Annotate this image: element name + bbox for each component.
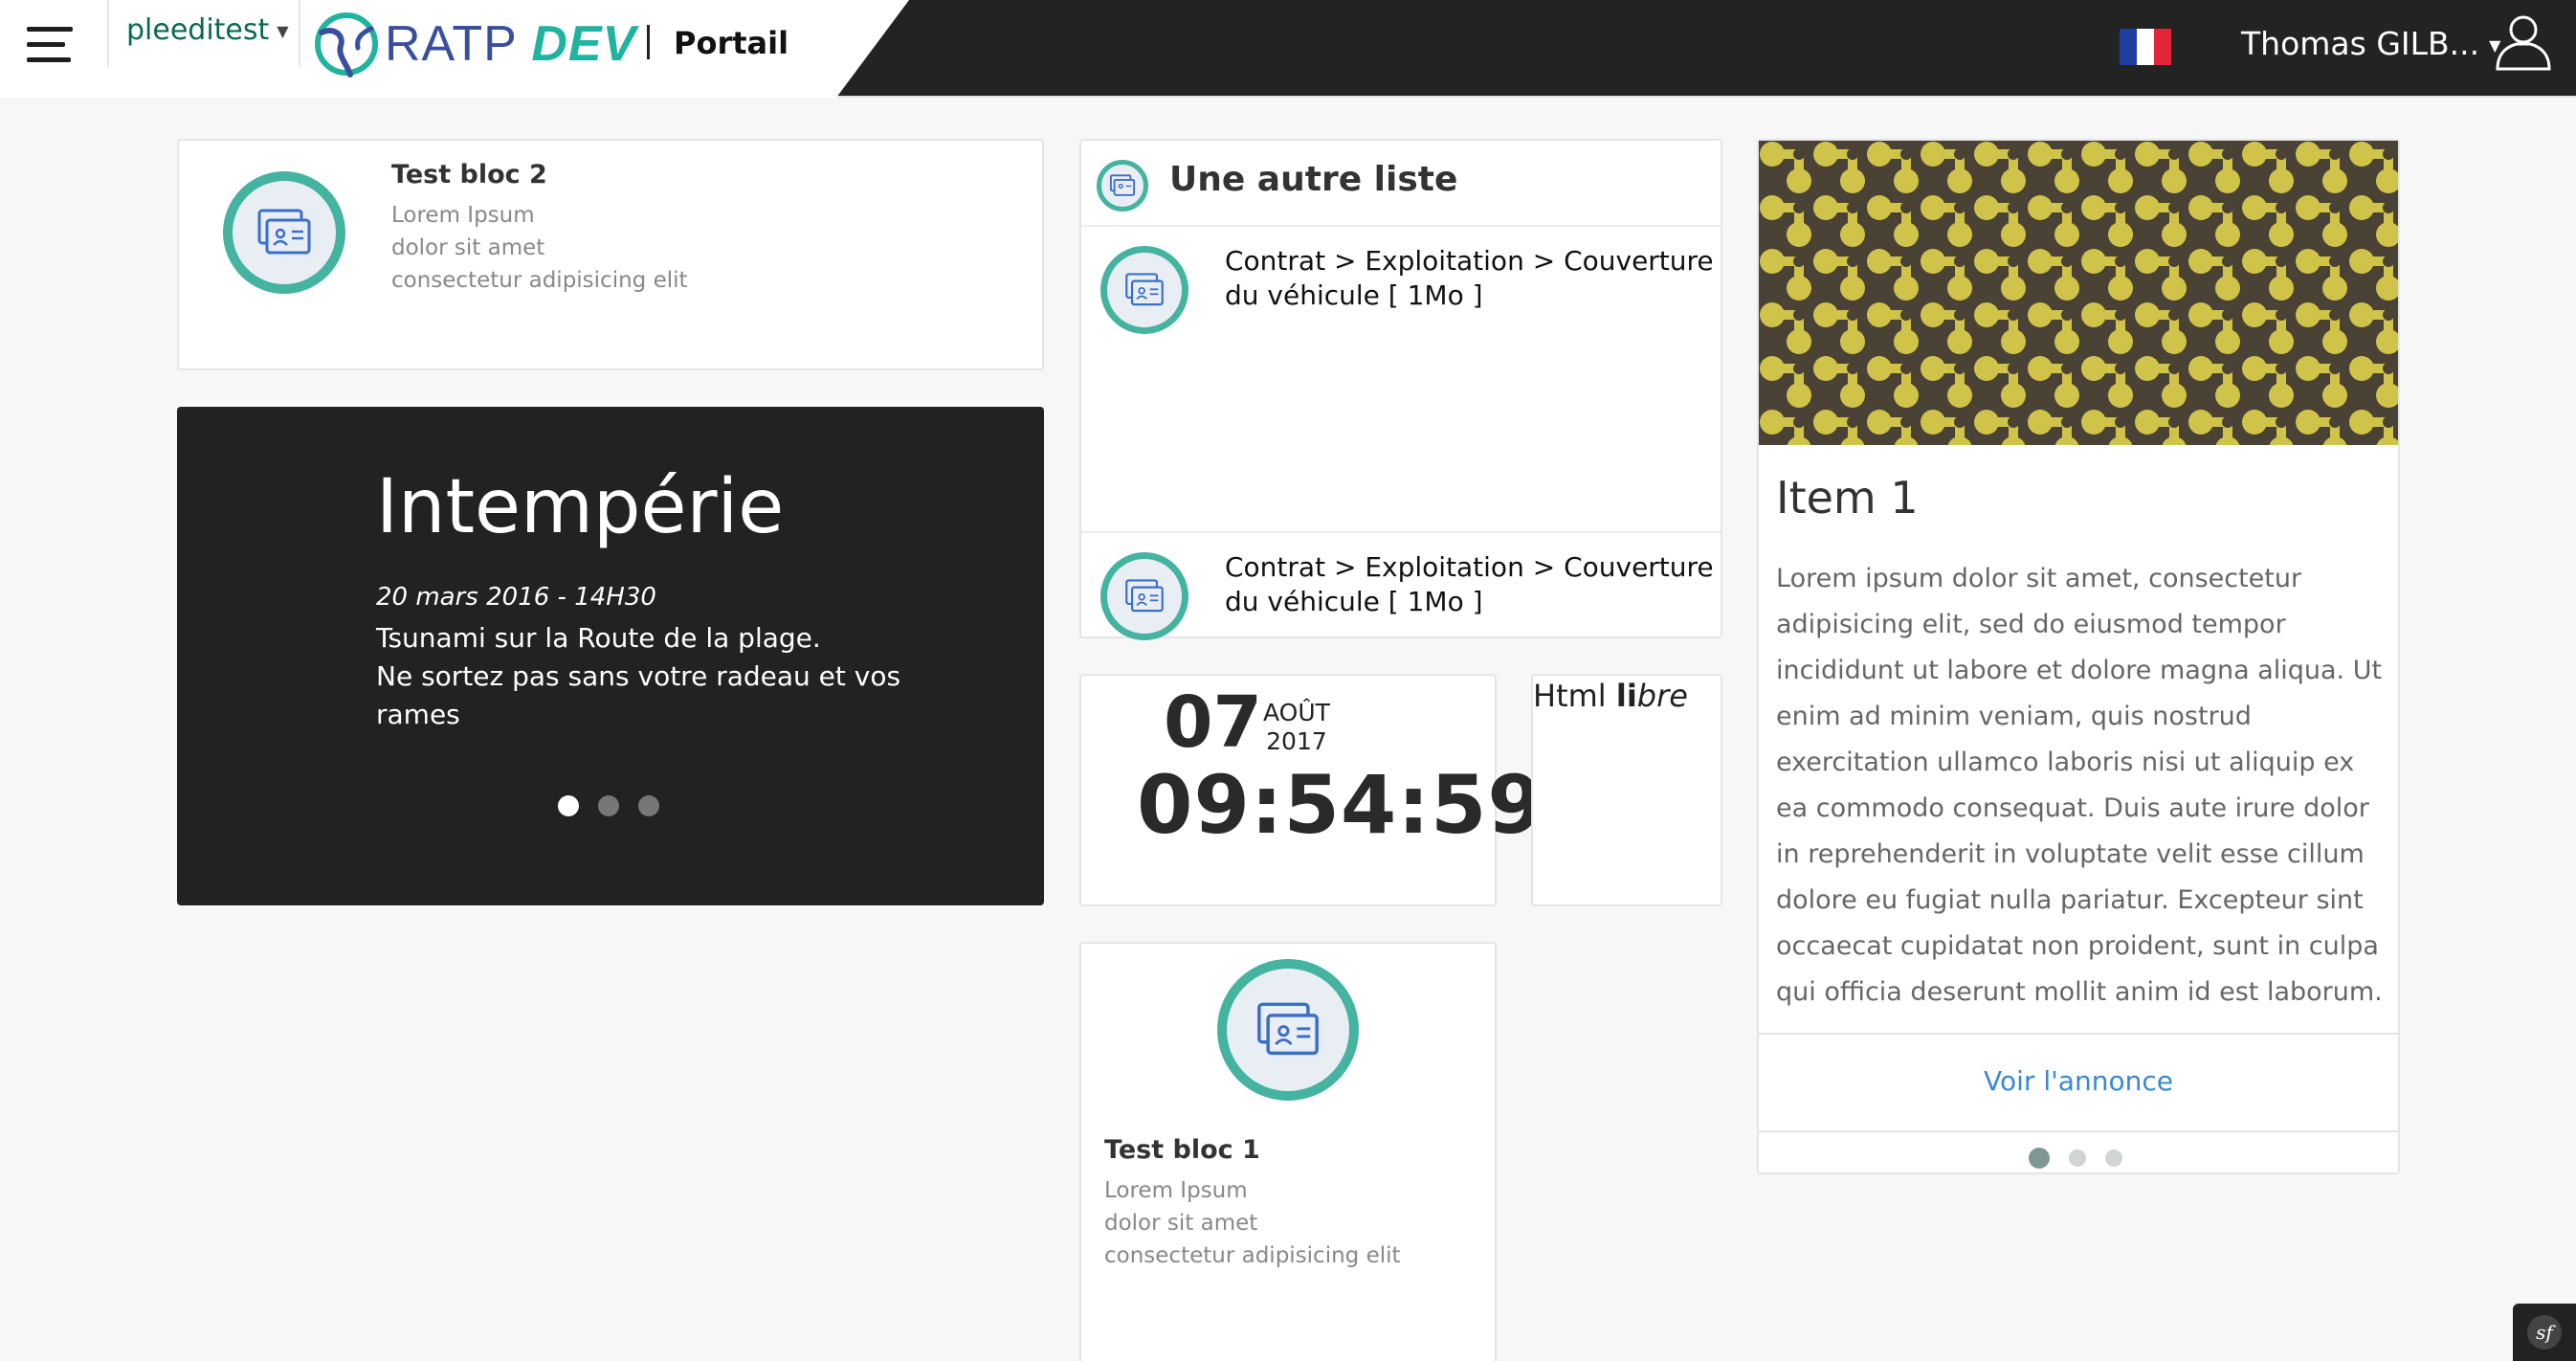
brand-dev: DEV — [531, 16, 637, 72]
bloc-line: dolor sit amet — [391, 235, 545, 260]
tenant-selector[interactable]: pleeditest ▼ — [126, 13, 289, 47]
bloc-line: dolor sit amet — [1104, 1211, 1258, 1236]
announcement-card: Item 1 Lorem ipsum dolor sit amet, conse… — [1757, 139, 2400, 1174]
html-libre-italic: bre — [1636, 678, 1688, 714]
bloc-line: consectetur adipisicing elit — [391, 268, 688, 293]
user-menu[interactable]: Thomas GILB... ▼ — [2241, 25, 2500, 62]
list-item[interactable]: Contrat > Exploitation > Couverture du v… — [1081, 537, 1721, 640]
list-title: Une autre liste — [1169, 160, 1458, 199]
user-name: Thomas GILB... — [2241, 25, 2480, 62]
slider-dot[interactable] — [638, 795, 659, 816]
carousel-dot[interactable] — [2069, 1149, 2086, 1167]
brand-divider — [647, 25, 650, 59]
id-card-icon — [1100, 246, 1188, 334]
brand-name: RATP DEV — [385, 15, 636, 73]
item-title: Item 1 — [1776, 472, 1919, 524]
test-bloc-2-card[interactable]: Test bloc 2 Lorem Ipsum dolor sit amet c… — [177, 139, 1044, 370]
clock-year: 2017 — [1266, 727, 1327, 755]
slide-text: Tsunami sur la Route de la plage. Ne sor… — [376, 622, 901, 730]
bloc-line: consectetur adipisicing elit — [1104, 1243, 1401, 1268]
html-libre-plain: Html — [1533, 678, 1616, 714]
tenant-name: pleeditest — [126, 13, 270, 47]
carousel-dot[interactable] — [2105, 1149, 2122, 1167]
list-item-label: Contrat > Exploitation > Couverture du v… — [1225, 551, 1714, 617]
id-card-icon — [223, 171, 345, 294]
news-slider[interactable]: Intempérie 20 mars 2016 - 14H30 Tsunami … — [177, 407, 1044, 905]
id-card-icon — [1217, 959, 1359, 1101]
slider-dot[interactable] — [598, 795, 619, 816]
caret-down-icon: ▼ — [277, 22, 289, 40]
bloc-title: Test bloc 1 — [1104, 1135, 1260, 1165]
header-divider — [107, 0, 109, 67]
carousel-dot[interactable] — [2029, 1148, 2050, 1169]
view-announcement-link[interactable]: Voir l'annonce — [1759, 1065, 2398, 1097]
user-avatar-icon[interactable] — [2494, 11, 2553, 71]
list-divider — [1081, 531, 1721, 533]
flag-fr-icon[interactable] — [2120, 29, 2171, 65]
bloc-line: Lorem Ipsum — [1104, 1178, 1248, 1203]
clock-widget: 07 AOÛT 2017 09:54:59 — [1079, 674, 1543, 906]
brand-ratp: RATP — [385, 16, 517, 72]
list-card: Une autre liste Contrat > Exploitation >… — [1079, 139, 1722, 640]
item-image — [1759, 141, 2398, 445]
slider-dot[interactable] — [558, 795, 579, 816]
ratp-logo-icon — [315, 12, 378, 78]
bloc-line: Lorem Ipsum — [391, 203, 535, 228]
slider-dots — [558, 795, 659, 816]
clock-month-year: AOÛT 2017 — [1263, 699, 1330, 756]
item-divider — [1759, 1130, 2398, 1132]
id-card-icon — [1100, 552, 1188, 640]
html-libre-bold: li — [1615, 678, 1637, 714]
portal-label: Portail — [674, 25, 789, 61]
clock-day: 07 — [1164, 681, 1262, 764]
html-libre-text: Html libre — [1533, 678, 1688, 714]
html-libre-widget: Html libre — [1531, 674, 1722, 906]
slide-title: Intempérie — [376, 464, 785, 550]
hamburger-menu-icon[interactable] — [27, 27, 75, 65]
top-bar: pleeditest ▼ RATP DEV Portail Thomas GILB… — [0, 0, 2576, 98]
item-divider — [1759, 1033, 2398, 1035]
list-item[interactable]: Contrat > Exploitation > Couverture du v… — [1081, 231, 1721, 518]
bloc-title: Test bloc 2 — [391, 160, 547, 190]
test-bloc-1-card[interactable]: Test bloc 1 Lorem Ipsum dolor sit amet c… — [1079, 942, 1497, 1361]
header-divider — [299, 0, 300, 67]
clock-time: 09:54:59 — [1137, 758, 1544, 852]
list-item-label: Contrat > Exploitation > Couverture du v… — [1225, 245, 1714, 311]
id-card-icon — [1097, 160, 1148, 212]
item-text: Lorem ipsum dolor sit amet, consectetur … — [1776, 564, 2383, 1007]
slide-date: 20 mars 2016 - 14H30 — [376, 583, 656, 612]
clock-month: AOÛT — [1263, 699, 1330, 726]
symfony-toolbar-icon[interactable]: sf — [2513, 1304, 2576, 1361]
list-divider — [1081, 225, 1721, 227]
announcement-dots — [2029, 1148, 2122, 1169]
pattern-image — [1759, 141, 2398, 445]
